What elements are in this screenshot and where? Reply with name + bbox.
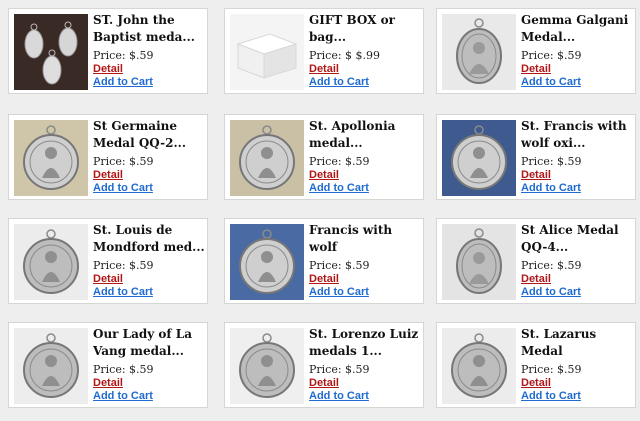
- detail-link[interactable]: Detail: [309, 377, 421, 390]
- product-title: Francis with wolf medal...: [309, 223, 393, 254]
- add-to-cart-link[interactable]: Add to Cart: [93, 182, 205, 195]
- detail-link[interactable]: Detail: [521, 377, 633, 390]
- product-price: Price: $.59: [93, 155, 154, 168]
- detail-link[interactable]: Detail: [309, 169, 421, 182]
- product-grid: ST. John the Baptist meda... Price: $.59 D…: [0, 0, 640, 421]
- detail-link[interactable]: Detail: [93, 273, 205, 286]
- product-card: St. Apollonia medal... Price: $.59 Detail A…: [224, 114, 424, 200]
- add-to-cart-link[interactable]: Add to Cart: [93, 390, 205, 403]
- detail-link[interactable]: Detail: [521, 273, 633, 286]
- add-to-cart-link[interactable]: Add to Cart: [93, 286, 205, 299]
- product-card: Francis with wolf medal... Price: $.59Det…: [224, 218, 424, 304]
- product-image[interactable]: [14, 120, 88, 196]
- add-to-cart-link[interactable]: Add to Cart: [521, 390, 633, 403]
- product-price: Price: $.59: [93, 49, 154, 62]
- add-to-cart-link[interactable]: Add to Cart: [521, 182, 633, 195]
- product-card: St. Lorenzo Luiz medals 1... Price: $.59 D…: [224, 322, 424, 408]
- product-card: St Germaine Medal QQ-2... Price: $.59 Deta…: [8, 114, 208, 200]
- product-price: Price: $.59: [309, 259, 370, 272]
- product-image[interactable]: [442, 14, 516, 90]
- product-price: Price: $.59: [521, 363, 582, 376]
- product-price: Price: $.59: [93, 259, 154, 272]
- product-title: Our Lady of La Vang medal...: [93, 327, 192, 358]
- product-card: St. Lazarus Medal 108-34-... Price: $.59D…: [436, 322, 636, 408]
- product-card: St. Louis de Mondford med... Price: $.59 D…: [8, 218, 208, 304]
- add-to-cart-link[interactable]: Add to Cart: [309, 390, 421, 403]
- product-price: Price: $.59: [93, 363, 154, 376]
- product-title: St. Apollonia medal...: [309, 119, 396, 150]
- detail-link[interactable]: Detail: [309, 273, 421, 286]
- product-title: ST. John the Baptist meda...: [93, 13, 195, 44]
- product-image[interactable]: [230, 328, 304, 404]
- product-title: St. Francis with wolf oxi...: [521, 119, 627, 150]
- detail-link[interactable]: Detail: [521, 169, 633, 182]
- detail-link[interactable]: Detail: [93, 63, 205, 76]
- product-image[interactable]: [442, 120, 516, 196]
- product-image[interactable]: [14, 224, 88, 300]
- product-image[interactable]: [230, 120, 304, 196]
- product-image[interactable]: [230, 14, 304, 90]
- add-to-cart-link[interactable]: Add to Cart: [309, 286, 421, 299]
- product-price: Price: $.59: [521, 155, 582, 168]
- add-to-cart-link[interactable]: Add to Cart: [309, 76, 421, 89]
- product-price: Price: $.59: [309, 155, 370, 168]
- add-to-cart-link[interactable]: Add to Cart: [521, 76, 633, 89]
- product-card: Gemma Galgani Medal... Price: $.59 Detail A…: [436, 8, 636, 94]
- product-price: Price: $.59: [521, 49, 582, 62]
- product-title: St. Lorenzo Luiz medals 1...: [309, 327, 419, 358]
- detail-link[interactable]: Detail: [93, 377, 205, 390]
- product-title: St Germaine Medal QQ-2...: [93, 119, 187, 150]
- product-image[interactable]: [14, 328, 88, 404]
- product-card: St Alice Medal QQ-4... Price: $.59 Detail A…: [436, 218, 636, 304]
- product-card: St. Francis with wolf oxi... Price: $.59 D…: [436, 114, 636, 200]
- product-card: GIFT BOX or bag... Price: $ $.99 Detail Add…: [224, 8, 424, 94]
- product-price: Price: $.59: [309, 363, 370, 376]
- product-image[interactable]: [442, 224, 516, 300]
- product-title: Gemma Galgani Medal...: [521, 13, 629, 44]
- product-title: St. Louis de Mondford med...: [93, 223, 205, 254]
- detail-link[interactable]: Detail: [93, 169, 205, 182]
- detail-link[interactable]: Detail: [521, 63, 633, 76]
- product-image[interactable]: [230, 224, 304, 300]
- product-card: ST. John the Baptist meda... Price: $.59 D…: [8, 8, 208, 94]
- detail-link[interactable]: Detail: [309, 63, 421, 76]
- add-to-cart-link[interactable]: Add to Cart: [93, 76, 205, 89]
- product-image[interactable]: [14, 14, 88, 90]
- product-title: St Alice Medal QQ-4...: [521, 223, 619, 254]
- product-price: Price: $.59: [521, 259, 582, 272]
- add-to-cart-link[interactable]: Add to Cart: [521, 286, 633, 299]
- product-title: St. Lazarus Medal 108-34-...: [521, 327, 597, 358]
- product-price: Price: $ $.99: [309, 49, 381, 62]
- product-title: GIFT BOX or bag...: [309, 13, 395, 44]
- product-image[interactable]: [442, 328, 516, 404]
- add-to-cart-link[interactable]: Add to Cart: [309, 182, 421, 195]
- product-card: Our Lady of La Vang medal... Price: $.59 D…: [8, 322, 208, 408]
